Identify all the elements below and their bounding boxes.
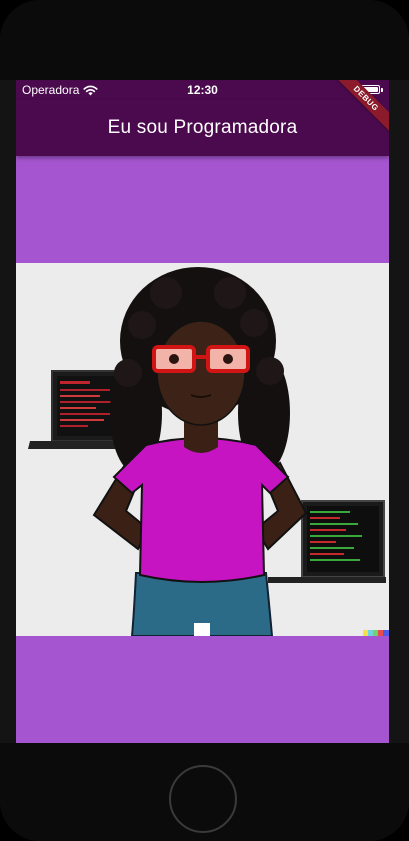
battery-tip	[381, 88, 383, 92]
device-frame: Operadora 12:30 Eu sou Programadora DEBU…	[0, 0, 409, 841]
programmer-illustration	[16, 263, 389, 637]
jeans-label	[194, 623, 210, 636]
device-top-bezel	[0, 0, 409, 80]
app-bar: Eu sou Programadora	[16, 100, 389, 156]
app-title: Eu sou Programadora	[107, 117, 298, 138]
status-time: 12:30	[187, 83, 218, 97]
programmer-illustration-svg	[28, 267, 389, 637]
color-strip	[363, 630, 389, 636]
status-bar: Operadora 12:30	[16, 80, 389, 100]
app-screen: Operadora 12:30 Eu sou Programadora DEBU…	[16, 80, 389, 743]
home-button[interactable]	[169, 765, 237, 833]
shirt-drawing	[112, 437, 290, 583]
